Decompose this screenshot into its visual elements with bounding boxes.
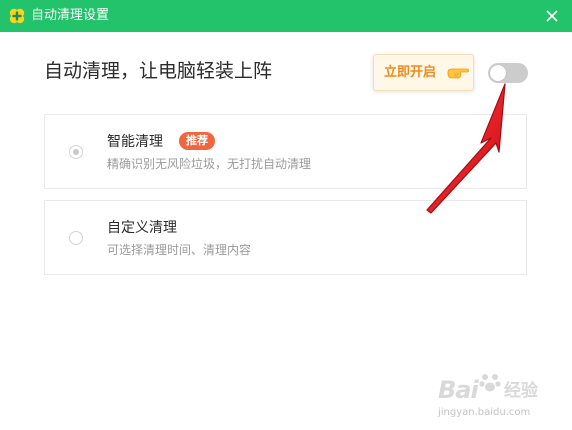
page-headline: 自动清理，让电脑轻装上阵 — [44, 60, 273, 82]
auto-clean-toggle[interactable] — [488, 63, 528, 83]
clover-plus-icon — [9, 8, 25, 24]
option-smart-clean[interactable]: 智能清理 推荐 精确识别无风险垃圾，无打扰自动清理 — [44, 114, 527, 189]
window-title: 自动清理设置 — [31, 8, 110, 23]
watermark-brand: Bai — [438, 376, 479, 404]
recommended-badge: 推荐 — [179, 132, 215, 150]
watermark-url: jingyan.baidu.com — [438, 407, 531, 418]
smart-clean-radio[interactable] — [69, 145, 83, 159]
watermark-word: 经验 — [504, 381, 538, 401]
smart-clean-title: 智能清理 — [107, 134, 163, 150]
smart-clean-description: 精确识别无风险垃圾，无打扰自动清理 — [107, 157, 312, 171]
option-custom-clean[interactable]: 自定义清理 可选择清理时间、清理内容 — [44, 200, 527, 275]
title-bar: 自动清理设置 — [0, 0, 572, 32]
custom-clean-title: 自定义清理 — [107, 220, 177, 236]
enable-now-label: 立即开启 — [384, 65, 437, 80]
close-icon[interactable] — [540, 4, 564, 28]
custom-clean-radio[interactable] — [69, 231, 83, 245]
custom-clean-description: 可选择清理时间、清理内容 — [107, 243, 252, 257]
pointing-hand-icon — [447, 68, 469, 79]
toggle-knob — [490, 65, 506, 81]
enable-now-tooltip: 立即开启 — [373, 54, 474, 91]
paw-icon — [479, 374, 501, 392]
baidu-jingyan-watermark: Bai 经验 jingyan.baidu.com — [438, 374, 558, 424]
